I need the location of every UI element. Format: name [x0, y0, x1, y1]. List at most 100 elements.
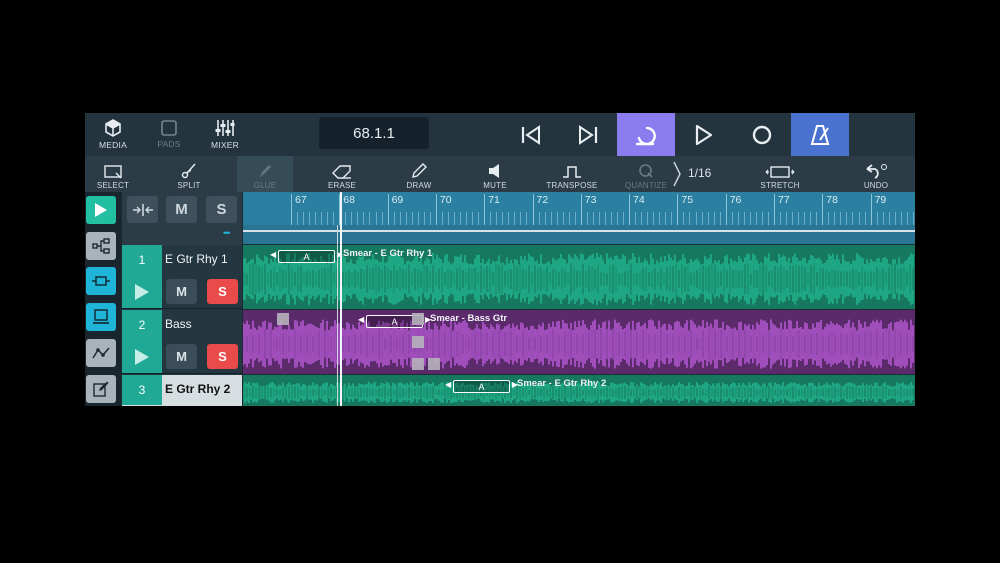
transpose-tool[interactable]: TRANSPOSE [542, 156, 602, 192]
edit-notes-button[interactable] [86, 375, 116, 403]
beat-tick [315, 212, 317, 225]
beat-tick [496, 212, 498, 225]
go-to-end-button[interactable] [559, 113, 617, 156]
beat-tick [502, 212, 504, 225]
play-button[interactable] [675, 113, 733, 156]
solo-all-button[interactable]: S [206, 196, 237, 223]
beat-tick [683, 212, 685, 225]
beat-tick [834, 212, 836, 225]
record-button[interactable] [733, 113, 791, 156]
erase-label: ERASE [327, 181, 357, 190]
bar-number: 75 [681, 194, 694, 206]
cycle-button[interactable] [617, 113, 675, 156]
metronome-button[interactable] [791, 113, 849, 156]
play-mode-button[interactable] [86, 196, 116, 224]
beat-tick [617, 212, 619, 225]
quantize-value[interactable]: 1/16 [688, 166, 711, 180]
beat-tick [671, 212, 673, 225]
bar-tick [484, 194, 486, 225]
pads-button[interactable]: PADS [141, 113, 197, 156]
beat-tick [454, 212, 455, 225]
track-mute-button[interactable]: M [166, 344, 197, 369]
beat-tick [508, 212, 510, 225]
track-tools-button[interactable] [127, 196, 158, 223]
beat-tick [840, 212, 842, 225]
beat-tick [604, 212, 606, 225]
track-lane-3[interactable]: ◀ A ▶ Smear - E Gtr Rhy 2 [243, 375, 915, 406]
erase-tool[interactable]: ERASE [314, 156, 370, 192]
event-handle[interactable] [428, 358, 440, 370]
insert-icon [132, 203, 153, 216]
track-header-1[interactable]: 1 E Gtr Rhy 1 M S [122, 245, 242, 309]
inspector-button[interactable] [86, 303, 116, 331]
media-icon [105, 119, 121, 137]
mute-all-button[interactable]: M [166, 196, 197, 223]
track-header-3[interactable]: 3 E Gtr Rhy 2 [122, 375, 242, 406]
beat-tick [900, 212, 902, 225]
scissors-icon [181, 163, 196, 179]
routing-button[interactable] [86, 232, 116, 260]
beat-tick [798, 212, 800, 225]
beat-tick [411, 212, 413, 225]
crossfade-marker[interactable]: ◀A▶ [270, 250, 343, 263]
top-bar: MEDIA PADS MIXER 68.1.1 [85, 113, 915, 156]
event-handle[interactable] [277, 313, 289, 325]
stretch-tool[interactable]: STRETCH [750, 156, 810, 192]
bar-number: 72 [536, 194, 549, 206]
track-solo-button[interactable]: S [207, 279, 238, 304]
beat-tick [786, 212, 788, 225]
event-name: Smear - E Gtr Rhy 1 [343, 248, 433, 259]
track-editor-button[interactable] [86, 267, 116, 295]
mute-tool[interactable]: MUTE [467, 156, 523, 192]
undo-button[interactable]: UNDO [848, 156, 904, 192]
loop-range-bar[interactable] [243, 230, 915, 232]
chevron-right-icon[interactable] [672, 160, 682, 188]
track-name: E Gtr Rhy 1 [165, 252, 228, 266]
mixer-button[interactable]: MIXER [197, 113, 253, 156]
event-handle[interactable] [412, 358, 424, 370]
glue-tool[interactable]: GLUE [237, 156, 293, 192]
loop-region-strip[interactable] [243, 225, 915, 244]
bar-number: 77 [778, 194, 790, 206]
arrangement-area[interactable]: 6768697071727374757677787980 ◀A▶ Smear -… [243, 192, 915, 406]
track-mute-button[interactable]: M [166, 279, 197, 304]
beat-tick [490, 212, 492, 225]
playhead[interactable] [340, 192, 342, 406]
beat-tick [894, 212, 896, 225]
monitor-button[interactable] [122, 275, 162, 308]
event-handle[interactable] [412, 336, 424, 348]
bar-tick [532, 194, 534, 225]
play-icon [695, 124, 713, 145]
beat-tick [538, 212, 540, 225]
pencil-icon [412, 163, 427, 178]
tool-bar: SELECT SPLIT GLUE ERASE DRAW MUTE TRANSP… [85, 156, 915, 192]
event-handle[interactable] [412, 313, 424, 325]
metronome-icon [810, 124, 830, 145]
track-lane-2[interactable]: ◀ A ▶ Smear - Bass Gtr [243, 310, 915, 374]
monitor-button[interactable] [122, 340, 162, 373]
beat-tick [429, 212, 431, 225]
glue-label: GLUE [253, 181, 277, 190]
go-to-start-button[interactable] [502, 113, 560, 156]
select-tool[interactable]: SELECT [85, 156, 141, 192]
draw-tool[interactable]: DRAW [391, 156, 447, 192]
crossfade-marker[interactable]: ◀A▶ [445, 380, 518, 393]
beat-tick [375, 212, 377, 225]
automation-button[interactable] [86, 339, 116, 367]
quantize-tool[interactable]: QUANTIZE [618, 156, 674, 192]
timeline-ruler[interactable]: 6768697071727374757677787980 [243, 192, 915, 225]
track-lane-1[interactable]: ◀A▶ Smear - E Gtr Rhy 1 [243, 245, 915, 309]
media-button[interactable]: MEDIA [85, 113, 141, 156]
beat-tick [610, 212, 612, 225]
beat-tick [520, 212, 522, 225]
position-display[interactable]: 68.1.1 [319, 117, 429, 149]
beat-tick [864, 212, 866, 225]
track-solo-button[interactable]: S [207, 344, 238, 369]
split-tool[interactable]: SPLIT [161, 156, 217, 192]
bar-tick [870, 194, 872, 225]
beat-tick [423, 212, 425, 225]
more-options-icon[interactable]: ••• [223, 228, 231, 238]
beat-tick [912, 212, 914, 225]
play-icon [135, 283, 149, 300]
track-header-2[interactable]: 2 Bass M S [122, 310, 242, 374]
